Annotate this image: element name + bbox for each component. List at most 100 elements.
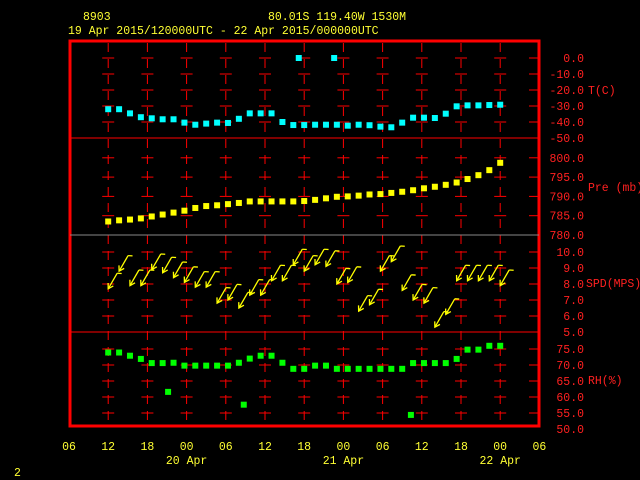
temp-point xyxy=(355,121,362,128)
rh-point xyxy=(333,365,340,372)
rh-axis-label: RH(%) xyxy=(588,375,623,388)
x-tick-label: 06 xyxy=(532,441,546,454)
pres-point xyxy=(486,167,493,174)
x-tick-label: 18 xyxy=(140,441,154,454)
temp-point xyxy=(377,123,384,130)
pres-tick-label: 795.0 xyxy=(549,172,584,185)
pres-point xyxy=(410,187,417,194)
temp-point xyxy=(486,102,493,109)
rh-point xyxy=(148,360,155,367)
rh-point xyxy=(290,365,297,372)
rh-point xyxy=(475,346,482,353)
rh-point xyxy=(159,360,166,367)
rh-point xyxy=(388,365,395,372)
temp-point xyxy=(344,122,351,129)
rh-point xyxy=(170,359,177,366)
pres-point xyxy=(453,179,460,186)
pres-point xyxy=(399,188,406,195)
x-tick-label: 12 xyxy=(101,441,115,454)
wind-arrow xyxy=(445,298,460,316)
pres-point xyxy=(290,198,297,205)
rh-tick-label: 65.0 xyxy=(556,376,584,389)
temp-point xyxy=(366,122,373,129)
temp-point xyxy=(279,119,286,125)
pres-point xyxy=(312,196,319,203)
wind-arrow xyxy=(227,283,242,302)
pres-tick-label: 790.0 xyxy=(549,191,584,204)
x-tick-label: 00 xyxy=(493,441,507,454)
wind-arrow xyxy=(390,245,405,263)
rh-point xyxy=(366,365,373,372)
pres-point xyxy=(355,192,362,199)
pres-point xyxy=(257,198,264,205)
temp-point xyxy=(301,122,308,129)
temp-point xyxy=(148,115,155,122)
rh-point xyxy=(235,359,242,366)
pres-point xyxy=(497,159,504,166)
wind-arrow xyxy=(325,250,340,268)
pres-point xyxy=(464,176,471,183)
spd-tick-label: 6.0 xyxy=(563,311,584,324)
spd-tick-label: 8.0 xyxy=(563,279,584,292)
pres-point xyxy=(442,181,449,188)
temp-point xyxy=(235,115,242,122)
rh-point xyxy=(453,355,460,362)
meteogram-chart: 8903 80.01S 119.40W 1530M 19 Apr 2015/12… xyxy=(14,11,640,480)
temp-point xyxy=(431,115,438,121)
wind-arrow xyxy=(172,261,188,279)
pres-point xyxy=(105,218,112,225)
x-tick-label: 06 xyxy=(62,441,76,454)
pres-point xyxy=(235,199,242,206)
pres-point xyxy=(388,189,395,196)
wind-arrow xyxy=(423,286,438,305)
wind-speed-axis-label: SPD(MPS) xyxy=(586,278,640,291)
rh-point xyxy=(312,362,319,369)
rh-point xyxy=(246,355,253,362)
rh-point xyxy=(399,365,406,372)
pres-point xyxy=(268,198,275,205)
temp-tick-label: -20.0 xyxy=(549,85,584,98)
rh-point xyxy=(181,362,188,369)
x-tick-label: 18 xyxy=(454,441,468,454)
temp-point xyxy=(105,106,112,113)
rh-point xyxy=(126,352,133,359)
rh-point xyxy=(442,360,449,367)
temp-point xyxy=(126,110,133,117)
pres-point xyxy=(344,193,351,200)
temp-point xyxy=(497,101,504,108)
temp-point xyxy=(464,102,471,109)
temp-tick-label: -40.0 xyxy=(549,117,584,130)
pressure-axis-label: Pre (mb) xyxy=(588,182,640,195)
time-period: 19 Apr 2015/120000UTC - 22 Apr 2015/0000… xyxy=(68,25,379,38)
rh-point xyxy=(137,355,144,362)
wind-arrow xyxy=(259,278,275,297)
station-id: 8903 xyxy=(83,11,111,24)
pres-point xyxy=(246,198,253,205)
pres-point xyxy=(475,172,482,179)
pres-point xyxy=(224,201,231,208)
temp-tick-label: -30.0 xyxy=(549,101,584,114)
pres-point xyxy=(170,209,177,216)
temp-point xyxy=(170,116,177,123)
x-tick-label: 00 xyxy=(180,441,194,454)
rh-tick-label: 70.0 xyxy=(556,360,584,373)
pres-point xyxy=(148,213,155,220)
wind-arrow xyxy=(401,274,416,292)
wind-arrow xyxy=(499,269,514,287)
rh-point xyxy=(116,349,123,356)
x-date-label: 22 Apr xyxy=(479,455,520,468)
pres-point xyxy=(279,198,286,205)
wind-arrow xyxy=(281,264,296,282)
temp-point xyxy=(312,121,319,128)
temp-point xyxy=(214,119,221,126)
temp-point xyxy=(159,116,166,123)
rh-point xyxy=(224,362,231,369)
temp-point xyxy=(420,114,427,121)
page-number: 2 xyxy=(14,467,21,480)
temp-point xyxy=(224,119,231,126)
wind-arrow xyxy=(118,254,133,273)
pres-point xyxy=(322,195,329,202)
temp-point xyxy=(410,114,417,121)
spd-tick-label: 9.0 xyxy=(563,263,584,276)
rh-point xyxy=(301,365,308,372)
